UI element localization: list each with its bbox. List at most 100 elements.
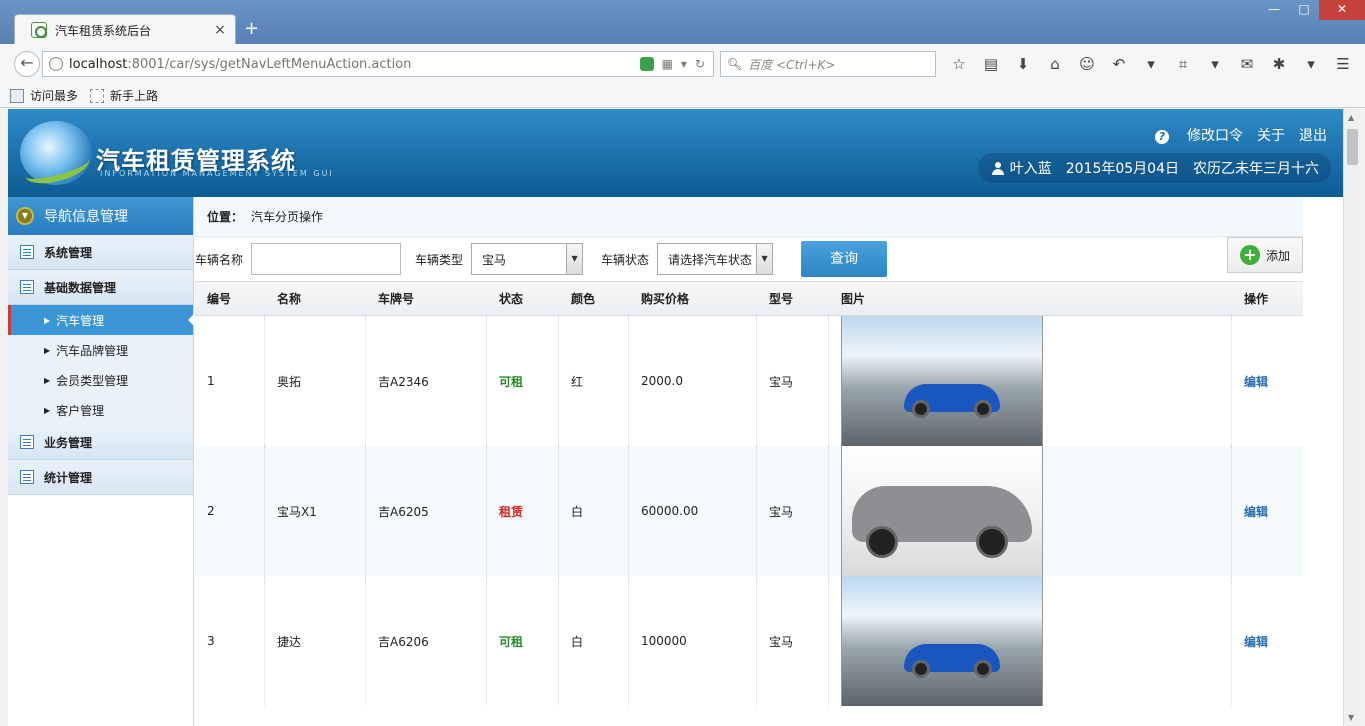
cell-model: 宝马 (757, 316, 829, 446)
bookmark-label: 新手上路 (110, 89, 159, 103)
bookmark-label: 访问最多 (30, 89, 79, 103)
breadcrumb-value: 汽车分页操作 (251, 210, 324, 224)
bookmark-page-icon (90, 88, 105, 103)
cell-id: 2 (195, 446, 265, 576)
sidebar-group-statistics[interactable]: 统计管理 (8, 460, 193, 495)
close-window-button[interactable]: ✕ (1319, 0, 1365, 20)
edit-link[interactable]: 编辑 (1232, 446, 1303, 576)
list-icon (20, 470, 34, 484)
qr-code-icon[interactable]: ▦ (662, 57, 673, 71)
table-row: 1 奥拓 吉A2346 可租 红 2000.0 宝马 编辑 (195, 316, 1303, 446)
new-tab-button[interactable]: + (244, 18, 259, 39)
bookmark-most-visited[interactable]: 访问最多 (10, 87, 78, 104)
query-button[interactable]: 查询 (801, 241, 888, 277)
scroll-up-icon[interactable]: ▲ (1348, 113, 1354, 122)
undo-icon[interactable]: ↶ (1104, 52, 1134, 76)
bookmark-getting-started[interactable]: 新手上路 (90, 87, 158, 104)
address-bar[interactable]: localhost:8001/car/sys/getNavLeftMenuAct… (42, 51, 714, 77)
sidebar-item-label: 会员类型管理 (56, 373, 129, 388)
sidebar-group-business[interactable]: 业务管理 (8, 425, 193, 460)
app-header: 汽车租赁管理系统 INFORMATION MANAGEMENT SYSTEM G… (8, 109, 1343, 197)
plugin-icon[interactable]: ✱ (1264, 52, 1294, 76)
collapse-arrow-icon: ▼ (16, 207, 34, 225)
car-table: 编号 名称 车牌号 状态 颜色 购买价格 型号 图片 操作 1 奥拓 吉A234… (195, 281, 1303, 706)
user-info-bar: 叶入蓝 2015年05月04日 农历乙未年三月十六 (977, 153, 1331, 183)
wheel-shape (912, 660, 930, 678)
url-path: :8001/car/sys/getNavLeftMenuAction.actio… (127, 56, 412, 72)
undo-dropdown-icon[interactable]: ▾ (1136, 52, 1166, 76)
breadcrumb-label: 位置： (207, 210, 244, 224)
cell-id: 3 (195, 576, 265, 706)
about-link[interactable]: 关于 (1257, 125, 1285, 145)
crop-icon[interactable]: ⌗ (1168, 52, 1198, 76)
sidebar-item-customer[interactable]: ▶ 客户管理 (8, 395, 193, 425)
reading-list-icon[interactable]: ▤ (976, 52, 1006, 76)
caret-right-icon: ▶ (44, 375, 51, 385)
table-row: 3 捷达 吉A6206 可租 白 100000 宝马 编辑 (195, 576, 1303, 706)
tab-close-icon[interactable]: × (213, 22, 227, 38)
car-photo (841, 446, 1043, 576)
column-header: 编号 (207, 292, 232, 306)
sidebar-group-basic-data[interactable]: 基础数据管理 (8, 270, 193, 305)
sidebar-title[interactable]: ▼ 导航信息管理 (8, 197, 193, 235)
logout-link[interactable]: 退出 (1299, 125, 1327, 145)
sidebar-group-system[interactable]: 系统管理 (8, 235, 193, 270)
column-header: 购买价格 (641, 292, 690, 306)
web-page: 汽车租赁管理系统 INFORMATION MANAGEMENT SYSTEM G… (8, 109, 1343, 726)
sidebar-group-label: 统计管理 (44, 470, 93, 485)
car-type-select[interactable]: 宝马 ▼ (471, 243, 584, 275)
menu-icon[interactable]: ☰ (1328, 52, 1358, 76)
back-button[interactable]: ← (14, 51, 40, 77)
reload-icon[interactable]: ↻ (695, 57, 705, 71)
header-links: ? 修改口令 关于 退出 (1141, 125, 1327, 145)
home-icon[interactable]: ⌂ (1040, 52, 1070, 76)
cell-status: 可租 (487, 316, 559, 446)
chevron-down-icon: ▼ (756, 244, 773, 274)
car-name-label: 车辆名称 (195, 252, 244, 267)
main-content: 位置： 汽车分页操作 车辆名称 车辆类型 宝马 ▼ 车辆状态 请选择汽车状态 ▼… (195, 197, 1303, 726)
crop-dropdown-icon[interactable]: ▾ (1200, 52, 1230, 76)
table-row: 2 宝马X1 吉A6205 租赁 白 60000.00 宝马 编辑 (195, 446, 1303, 576)
wheel-shape (976, 526, 1008, 558)
minimize-button[interactable]: — (1259, 0, 1289, 20)
user-name: 叶入蓝 (1009, 161, 1052, 177)
sidebar: ▼ 导航信息管理 系统管理 基础数据管理 ▶ 汽车管理 ▶ 汽车品牌管理 ▶ 会员类型… (8, 197, 194, 726)
edit-link[interactable]: 编辑 (1232, 316, 1303, 446)
vertical-scrollbar[interactable]: ▲ ▼ (1343, 109, 1360, 726)
sidebar-item-member-type[interactable]: ▶ 会员类型管理 (8, 365, 193, 395)
car-name-input[interactable] (251, 243, 402, 275)
wheel-shape (974, 660, 992, 678)
sidebar-item-car-management[interactable]: ▶ 汽车管理 (8, 305, 194, 335)
cell-color: 白 (559, 576, 629, 706)
cell-model: 宝马 (757, 576, 829, 706)
download-icon[interactable]: ⬇ (1008, 52, 1038, 76)
bookmark-star-icon[interactable]: ☆ (944, 52, 974, 76)
plugin-dropdown-icon[interactable]: ▾ (1296, 52, 1326, 76)
lunar-date: 农历乙未年三月十六 (1193, 161, 1319, 177)
edit-link[interactable]: 编辑 (1232, 576, 1303, 706)
navigation-toolbar: ← localhost:8001/car/sys/getNavLeftMenuA… (0, 44, 1365, 84)
maximize-button[interactable]: □ (1289, 0, 1319, 20)
scroll-down-icon[interactable]: ▼ (1348, 713, 1354, 722)
scrollbar-thumb[interactable] (1347, 129, 1358, 165)
cell-price: 2000.0 (629, 316, 757, 446)
user-icon (991, 161, 1004, 175)
caret-right-icon: ▶ (44, 315, 51, 325)
car-status-label: 车辆状态 (601, 252, 650, 267)
wheel-shape (974, 400, 992, 418)
change-password-link[interactable]: ? 修改口令 (1155, 125, 1243, 145)
car-status-value: 请选择汽车状态 (668, 252, 753, 267)
car-photo (841, 576, 1043, 706)
emoji-icon[interactable]: ☺ (1072, 52, 1102, 76)
dropdown-icon[interactable]: ▾ (681, 57, 687, 71)
search-box[interactable]: 🔍︎ 百度 <Ctrl+K> (720, 51, 936, 77)
window-controls: — □ ✕ (1259, 0, 1365, 20)
car-status-select[interactable]: 请选择汽车状态 ▼ (657, 243, 774, 275)
add-button[interactable]: + 添加 (1227, 237, 1303, 273)
shield-icon[interactable] (639, 57, 654, 71)
browser-tab[interactable]: 汽车租赁系统后台 × (14, 14, 236, 45)
sidebar-item-car-brand[interactable]: ▶ 汽车品牌管理 (8, 335, 193, 365)
chat-icon[interactable]: ✉ (1232, 52, 1262, 76)
column-header: 图片 (841, 292, 866, 306)
url-text: localhost:8001/car/sys/getNavLeftMenuAct… (69, 57, 640, 72)
